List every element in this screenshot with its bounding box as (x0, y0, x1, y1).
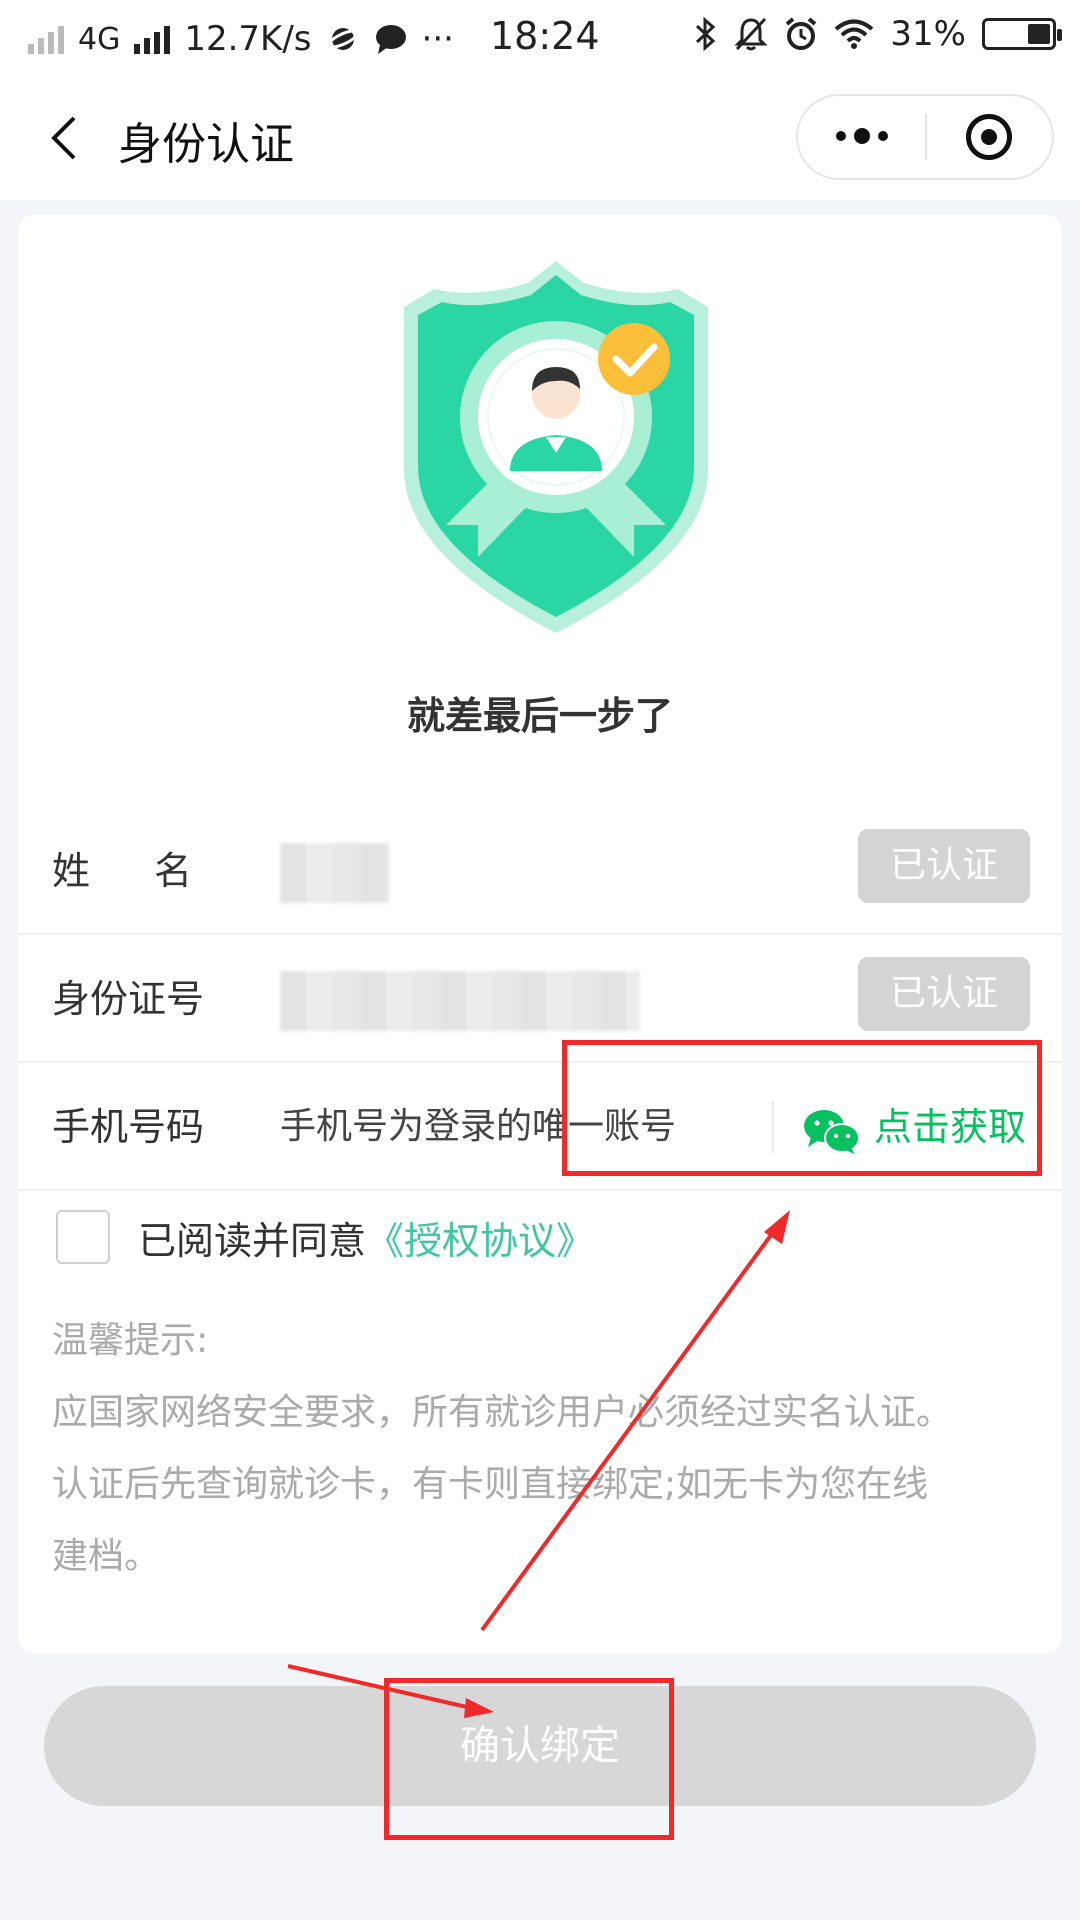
phone-label: 手机号码 (52, 1105, 205, 1149)
more-menu-button[interactable] (798, 127, 925, 144)
signal-icon (28, 24, 64, 54)
battery-icon (982, 18, 1062, 50)
name-label: 姓名 (52, 849, 257, 893)
annotation-box-confirm (384, 1678, 674, 1840)
agreement-row: 已阅读并同意 《授权协议》 (56, 1205, 594, 1269)
wifi-icon (835, 19, 874, 49)
target-icon (966, 114, 1013, 160)
signal-icon (134, 24, 171, 54)
verification-card: 就差最后一步了 姓名 已认证 身份证号 已认证 手机号码 手机号为登录的唯一账号… (18, 215, 1062, 1653)
miniprogram-capsule (796, 94, 1054, 180)
tips-title: 温馨提示: (52, 1320, 209, 1361)
more-dots-icon (877, 130, 888, 141)
verified-badge: 已认证 (858, 829, 1030, 903)
more-dots-icon (835, 130, 846, 141)
network-speed: 12.7K/s (184, 19, 312, 59)
masked-name-value (280, 843, 390, 903)
tips-section: 温馨提示: 应国家网络安全要求，所有就诊用户必须经过实名认证。 认证后先查询就诊… (52, 1305, 1042, 1593)
battery-percent: 31% (890, 14, 966, 54)
step-headline: 就差最后一步了 (406, 694, 673, 738)
clock: 18:24 (490, 14, 600, 58)
mute-icon (734, 17, 769, 51)
bluetooth-icon (696, 16, 716, 52)
status-bar: 4G 12.7K/s ··· 18:24 31% (0, 0, 1080, 78)
tips-line: 建档。 (52, 1536, 161, 1577)
tips-line: 认证后先查询就诊卡，有卡则直接绑定;如无卡为您在线 (52, 1464, 929, 1505)
authorization-agreement-link[interactable]: 《授权协议》 (366, 1210, 594, 1265)
verified-shield-icon (404, 261, 708, 633)
back-arrow-icon[interactable] (42, 114, 90, 162)
navigation-bar: 身份认证 (0, 78, 1080, 200)
more-dots-icon (853, 127, 870, 144)
id-number-label: 身份证号 (52, 977, 205, 1021)
more-dots-icon: ··· (421, 19, 454, 59)
chat-bubble-icon (375, 25, 406, 54)
alarm-icon (786, 17, 817, 50)
agreement-text: 已阅读并同意 (138, 1218, 367, 1263)
annotation-box-phone (562, 1040, 1042, 1176)
page-title: 身份认证 (118, 119, 294, 170)
tips-line: 应国家网络安全要求，所有就诊用户必须经过实名认证。 (52, 1392, 953, 1433)
planet-icon (326, 28, 359, 50)
close-miniprogram-button[interactable] (927, 114, 1052, 160)
network-type: 4G (78, 21, 121, 57)
masked-id-value (280, 971, 640, 1031)
name-row: 姓名 已认证 (18, 807, 1062, 935)
agreement-checkbox[interactable] (56, 1210, 110, 1264)
verified-badge: 已认证 (858, 957, 1030, 1031)
